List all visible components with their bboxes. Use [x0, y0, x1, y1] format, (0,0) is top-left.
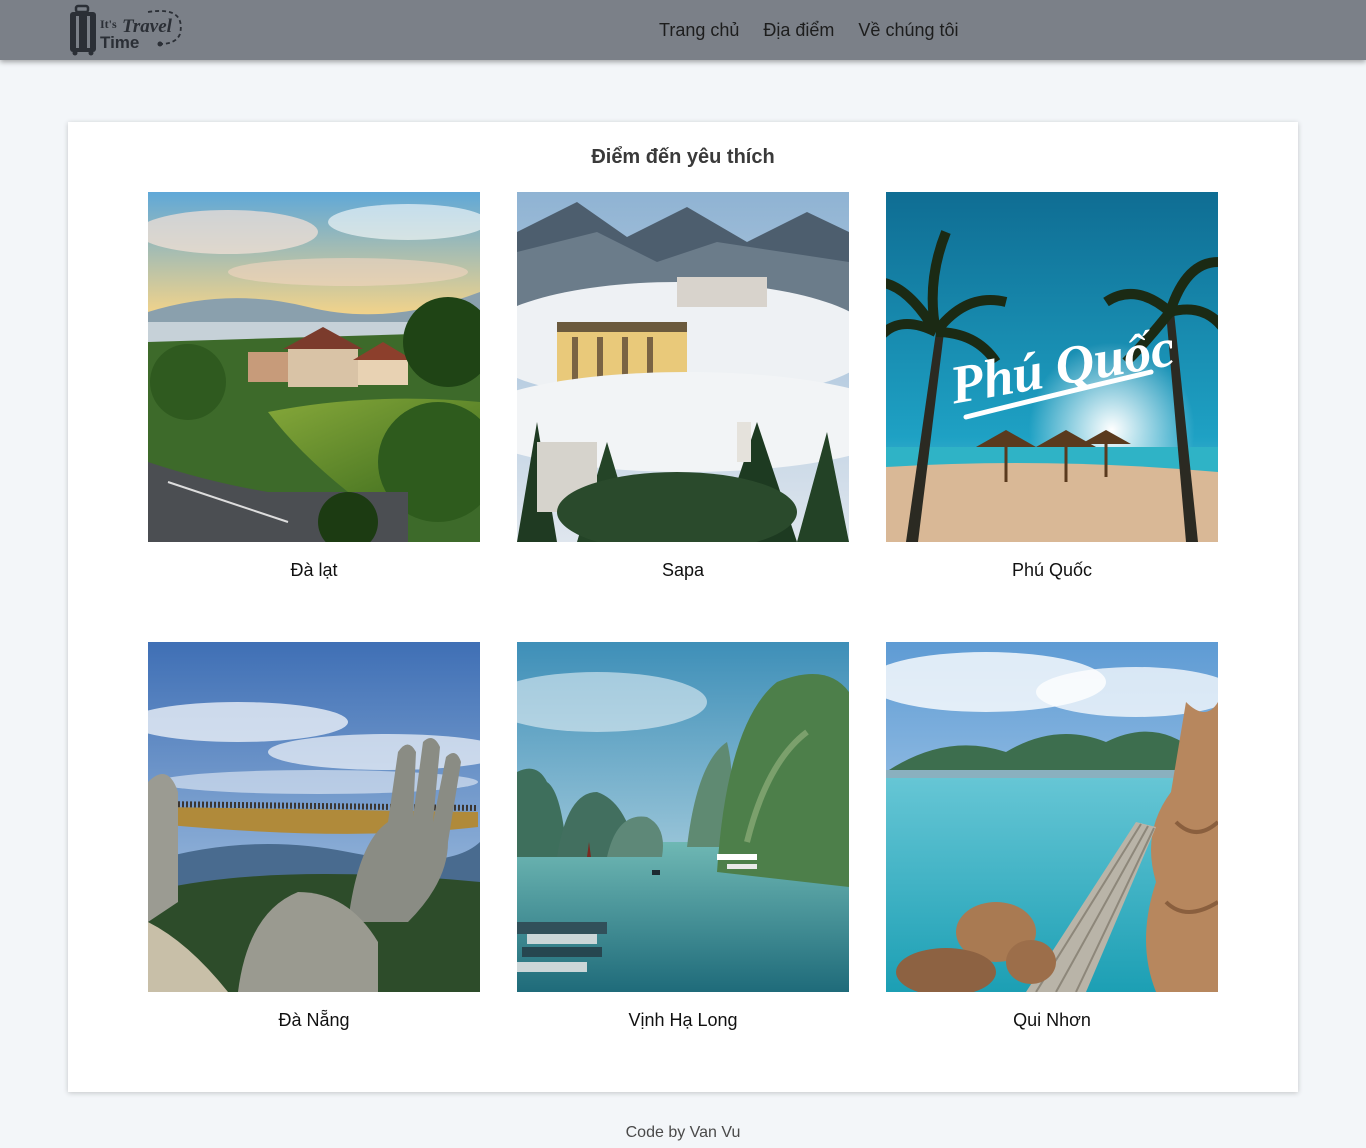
logo-its: It's [100, 17, 117, 31]
destination-halong[interactable]: Vịnh Hạ Long [517, 642, 849, 1030]
danang-photo[interactable] [148, 642, 480, 992]
destination-quinhon[interactable]: Qui Nhơn [886, 642, 1218, 1030]
navbar: It's Travel Time Trang chủ Địa điểm Về c… [0, 0, 1366, 60]
destination-label: Phú Quốc [1011, 560, 1093, 580]
destination-phuquoc[interactable]: Phú Quốc Phú Quốc [886, 192, 1218, 580]
dalat-photo[interactable] [148, 192, 480, 542]
nav-menu: Trang chủ Địa điểm Về chúng tôi [647, 0, 971, 60]
destination-label: Đà lạt [290, 560, 338, 580]
destination-sapa[interactable]: Sapa [517, 192, 849, 580]
suitcase-icon: It's Travel Time [70, 4, 182, 56]
destinations-card: Điểm đến yêu thích Đà lạt Sapa Phú Quốc … [68, 122, 1298, 1092]
nav-destinations[interactable]: Địa điểm [763, 20, 834, 41]
logo-time: Time [100, 33, 139, 52]
quinhon-photo[interactable] [886, 642, 1218, 992]
destination-label: Đà Nẵng [278, 1010, 350, 1030]
phuquoc-photo[interactable]: Phú Quốc [886, 192, 1218, 542]
section-title: Điểm đến yêu thích [591, 146, 775, 168]
destination-dalat[interactable]: Đà lạt [148, 192, 480, 580]
nav-home[interactable]: Trang chủ [659, 20, 739, 41]
destination-label: Qui Nhơn [1013, 1010, 1091, 1030]
destination-label: Sapa [661, 560, 705, 580]
footer-credit: Code by Van Vu [625, 1124, 741, 1141]
halong-photo[interactable] [517, 642, 849, 992]
sapa-photo[interactable] [517, 192, 849, 542]
logo[interactable]: It's Travel Time [68, 4, 186, 56]
destination-label: Vịnh Hạ Long [628, 1010, 738, 1030]
nav-about[interactable]: Về chúng tôi [858, 20, 958, 41]
destination-danang[interactable]: Đà Nẵng [148, 642, 480, 1030]
